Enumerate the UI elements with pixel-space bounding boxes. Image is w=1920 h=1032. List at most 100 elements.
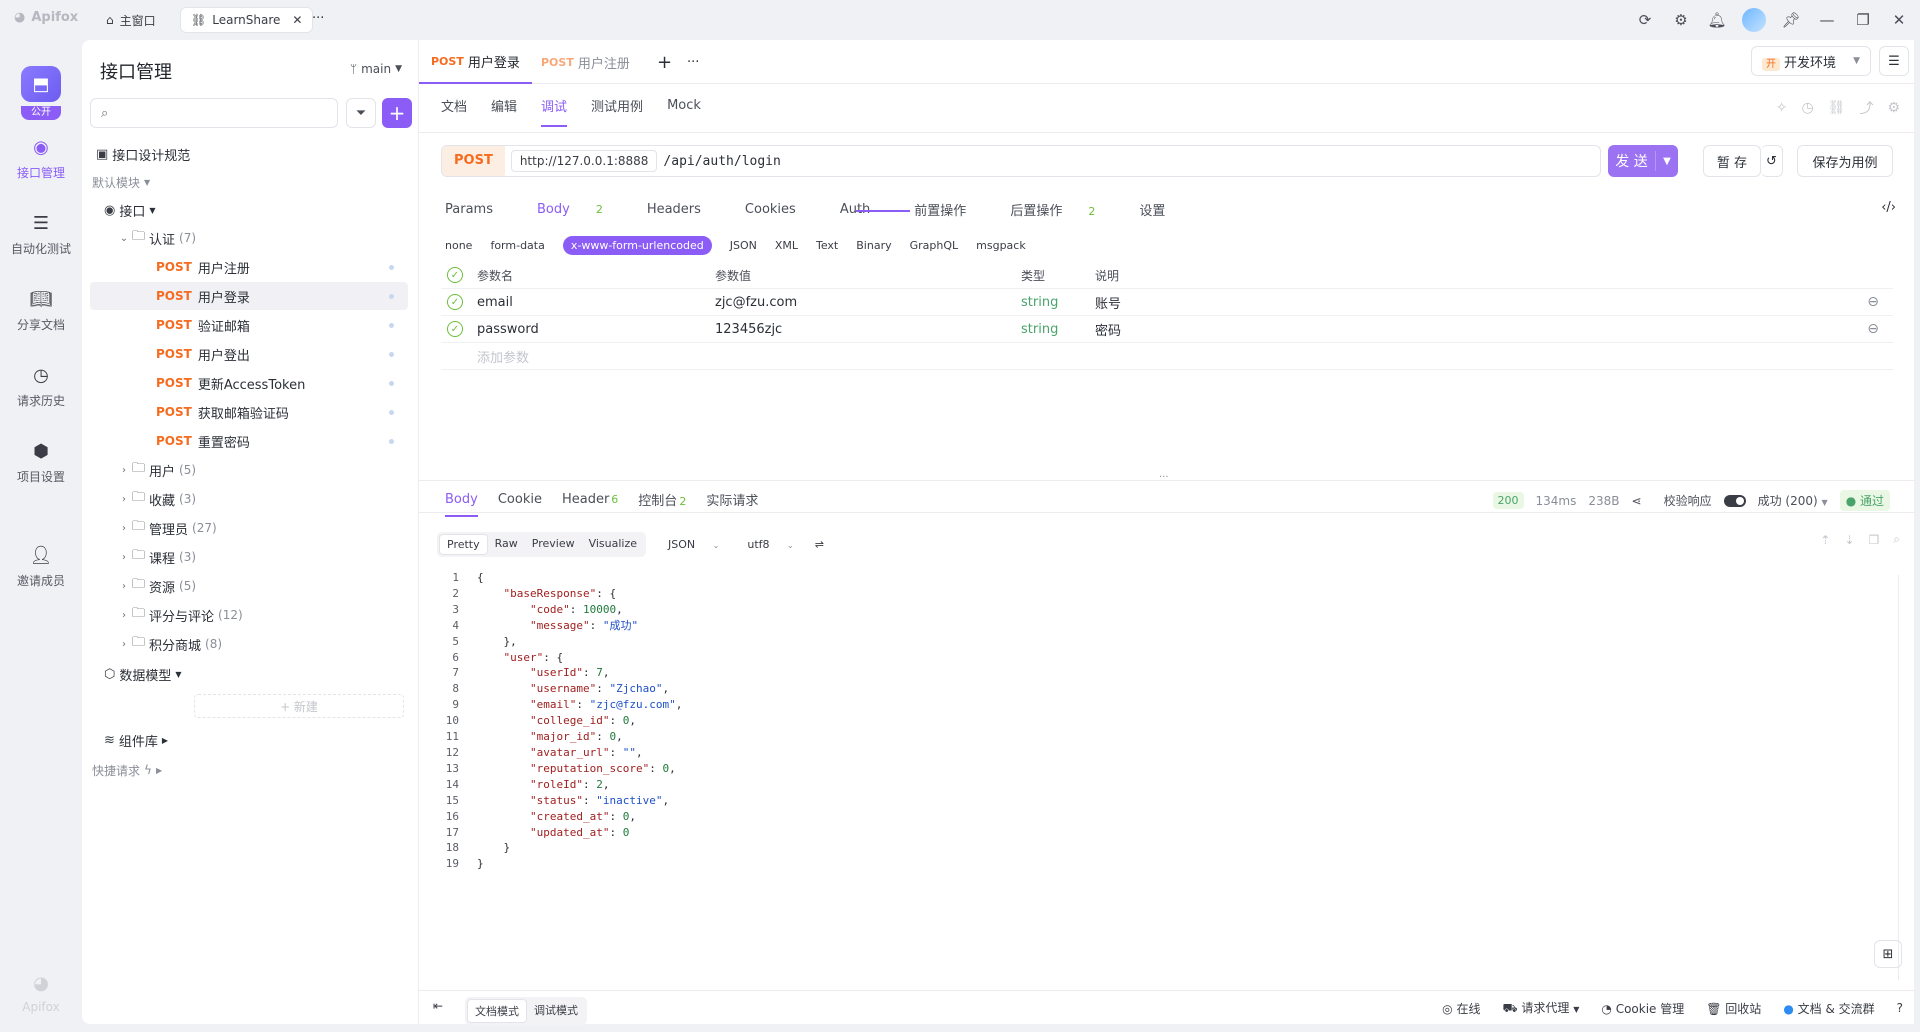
remove-icon[interactable]: ⊖ [1867,294,1879,310]
result-selector[interactable]: 成功 (200) ▼ [1758,492,1828,509]
tab-params[interactable]: Params [445,202,515,217]
copy-icon[interactable]: ❐ [1869,533,1880,547]
tab-post-ops[interactable]: 后置操作 2 [1010,200,1117,219]
reset-icon[interactable]: ↺ [1761,145,1783,177]
tab-test-cases[interactable]: 测试用例 [591,96,643,115]
design-spec-item[interactable]: ▣ 接口设计规范 [90,140,408,168]
add-button[interactable]: + [382,98,412,128]
lang-selector[interactable]: JSON ⌄ [654,535,733,554]
body-type-urlencoded[interactable]: x-www-form-urlencoded [562,236,712,255]
tab-mock[interactable]: Mock [667,98,701,113]
tab-pre-ops[interactable]: 前置操作 [914,200,988,219]
rail-item-share-docs[interactable]: 📖︎ 分享文档 [0,286,82,333]
api-item[interactable]: POST 用户注册 [90,253,408,281]
pin-icon[interactable]: 📌︎ [1780,6,1802,34]
send-button[interactable]: 发 送 ▼ [1608,145,1678,177]
tab-edit[interactable]: 编辑 [491,96,517,115]
folder-favorites[interactable]: › 🗀 收藏 (3) [90,485,408,513]
more-tabs-button[interactable]: ··· [312,11,324,26]
cookie-manager[interactable]: ◔ Cookie 管理 [1601,1000,1684,1017]
scrollbar[interactable] [1898,575,1902,980]
body-type-msgpack[interactable]: msgpack [976,239,1026,252]
folder-admin[interactable]: › 🗀 管理员 (27) [90,514,408,542]
api-item[interactable]: POST 重置密码 [90,427,408,455]
minimize-icon[interactable]: — [1816,6,1838,34]
body-type-text[interactable]: Text [816,239,838,252]
folder-auth[interactable]: ⌄ 🗀 认证 (7) [90,224,408,252]
url-path-input[interactable]: /api/auth/login [663,154,780,169]
link-icon[interactable]: ⛓ [1828,100,1846,116]
response-code[interactable]: 1{2 "baseResponse": {3 "code": 10000, 4 "… [437,570,1897,872]
api-item[interactable]: POST 更新AccessToken [90,369,408,397]
encoding-selector[interactable]: utf8 ⌄ [733,535,807,554]
chevron-down-icon[interactable]: ▼ [1656,156,1678,167]
check-all-icon[interactable]: ✓ [447,267,463,283]
response-tab-console[interactable]: 控制台 2 [638,490,686,509]
request-tab-login[interactable]: POST 用户登录 [419,40,532,84]
debug-mode-button[interactable]: 调试模式 [527,999,585,1023]
folder-courses[interactable]: › 🗀 课程 (3) [90,543,408,571]
body-type-json[interactable]: JSON [730,239,757,252]
gear-icon[interactable]: ⚙ [1887,100,1900,116]
close-tab-icon[interactable]: ✕ [292,13,302,27]
response-tab-body[interactable]: Body [445,492,478,517]
sync-icon[interactable]: ⟳ [1634,6,1656,34]
folder-resources[interactable]: › 🗀 资源 (5) [90,572,408,600]
rail-item-api[interactable]: ◉ 接口管理 [0,134,82,181]
folder-points-mall[interactable]: › 🗀 积分商城 (8) [90,630,408,658]
filter-button[interactable]: ⏷ [346,98,376,128]
validate-toggle[interactable] [1723,494,1746,507]
project-tab[interactable]: ⛓ LearnShare ✕ [180,7,314,33]
rail-item-invite[interactable]: 👤︎ 邀请成员 [0,542,82,589]
api-item-selected[interactable]: POST 用户登录 [90,282,408,310]
folder-reviews[interactable]: › 🗀 评分与评论 (12) [90,601,408,629]
response-tab-actual-request[interactable]: 实际请求 [706,490,758,509]
quick-request-section[interactable]: 快捷请求 ϟ ▶ [90,756,408,784]
rail-item-project-settings[interactable]: ⬢ 项目设置 [0,438,82,485]
upload-icon[interactable]: ⇡ [1820,533,1830,547]
share-icon[interactable]: ⋖ [1632,494,1642,508]
base-url[interactable]: http://127.0.0.1:8888 [510,150,658,172]
method-selector[interactable]: POST [442,146,505,176]
add-param-input[interactable]: 添加参数 [477,347,529,366]
check-icon[interactable]: ✓ [447,294,463,310]
component-lib-section[interactable]: ≋ 组件库 ▶ [90,726,408,754]
tab-cookies[interactable]: Cookies [745,202,818,217]
tab-docs[interactable]: 文档 [441,96,467,115]
search-input[interactable] [114,106,315,120]
menu-icon[interactable]: ☰ [1879,46,1909,76]
collapse-sidebar-icon[interactable]: ⇤ [433,999,443,1013]
format-pretty[interactable]: Pretty [439,534,488,555]
body-type-none[interactable]: none [445,239,472,252]
table-icon[interactable]: ⊞ [1874,940,1902,968]
body-type-form-data[interactable]: form-data [490,239,544,252]
bell-icon[interactable]: 🔔︎ [1706,6,1728,34]
environment-selector[interactable]: 开开发环境 ▼ [1751,46,1871,76]
interfaces-root[interactable]: ◉ 接口 ▼ [90,196,408,224]
community-link[interactable]: ● 文档 & 交流群 [1783,1000,1874,1017]
doc-mode-button[interactable]: 文档模式 [467,999,527,1023]
help-icon[interactable]: ? [1897,1001,1903,1015]
request-tab-register[interactable]: POST 用户注册 [529,40,642,84]
rail-item-history[interactable]: ◷ 请求历史 [0,362,82,409]
proxy-selector[interactable]: ⛟ 请求代理 ▼ [1502,999,1579,1017]
format-raw[interactable]: Raw [488,534,525,555]
rail-item-automation[interactable]: ☰ 自动化测试 [0,210,82,257]
default-module-selector[interactable]: 默认模块 ▼ [90,168,408,196]
online-status[interactable]: ◎ 在线 [1442,1000,1480,1017]
settings-icon[interactable]: ⚙ [1670,6,1692,34]
format-visualize[interactable]: Visualize [582,534,644,555]
drag-handle-icon[interactable]: ··· [1159,472,1169,483]
body-type-binary[interactable]: Binary [856,239,891,252]
format-preview[interactable]: Preview [525,534,582,555]
tab-settings[interactable]: 设置 [1139,200,1187,219]
close-window-icon[interactable]: ✕ [1888,6,1910,34]
body-type-graphql[interactable]: GraphQL [910,239,959,252]
tab-debug[interactable]: 调试 [541,96,568,127]
home-tab[interactable]: ⌂ 主窗口 [96,7,166,33]
wrap-icon[interactable]: ⇌ [808,535,831,554]
recycle-bin[interactable]: 🗑︎ 回收站 [1706,1000,1761,1017]
api-item[interactable]: POST 用户登出 [90,340,408,368]
download-icon[interactable]: ⇣ [1844,533,1854,547]
magic-icon[interactable]: ✧ [1776,100,1788,116]
